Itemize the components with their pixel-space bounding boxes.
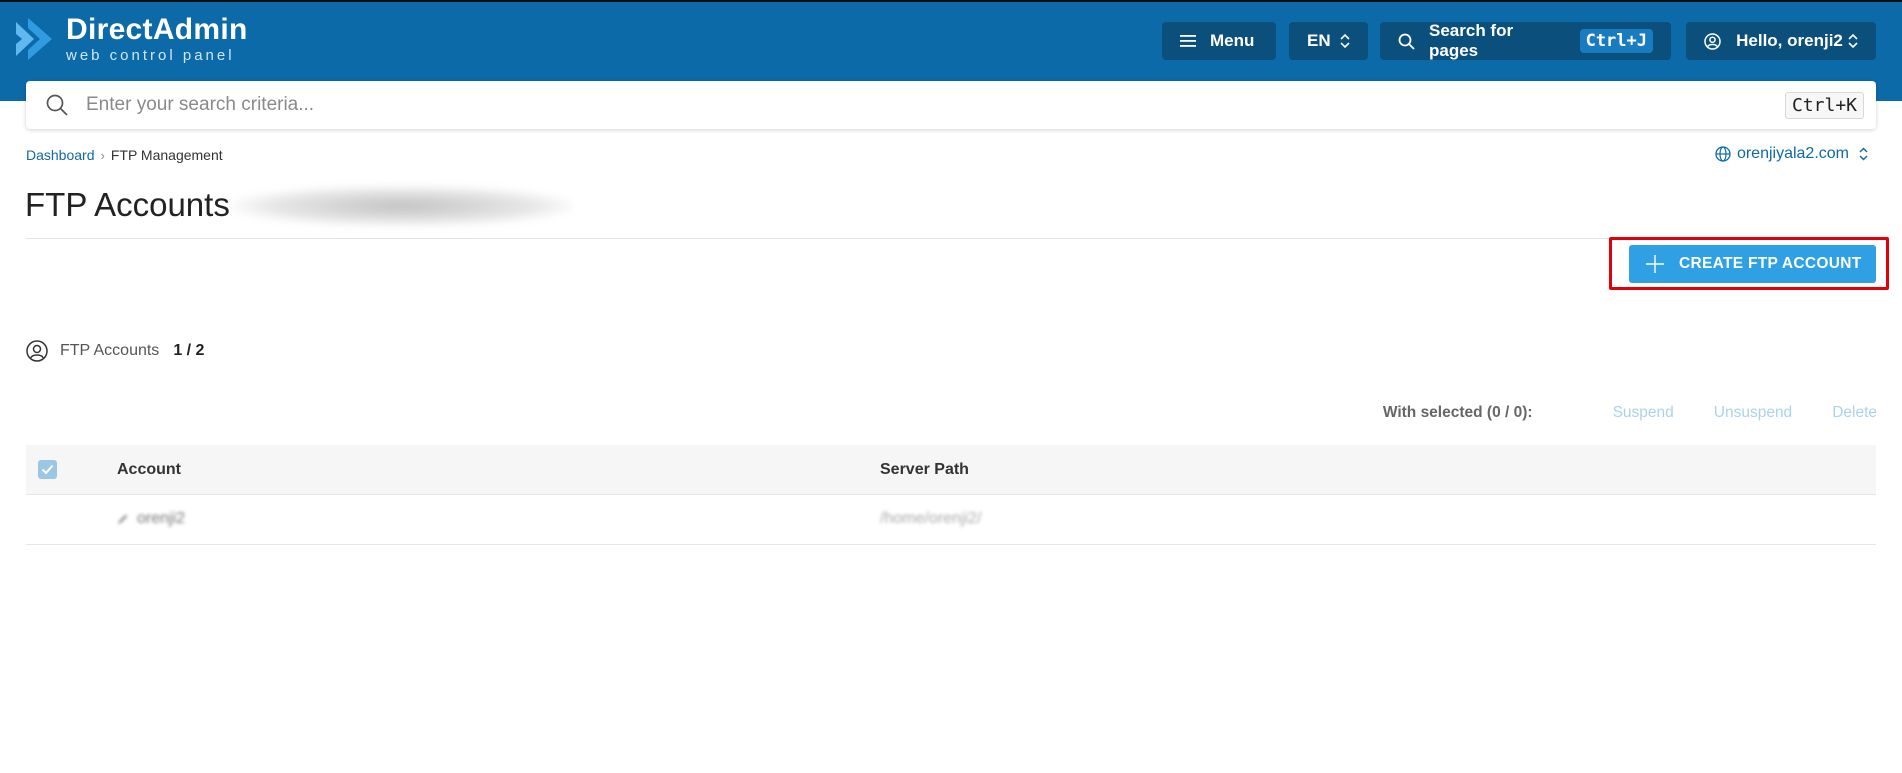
user-greeting: Hello, orenji2: [1736, 31, 1843, 50]
search-icon: [46, 94, 68, 116]
user-menu-button[interactable]: Hello, orenji2: [1686, 22, 1876, 60]
chevron-updown-icon: [1859, 147, 1868, 161]
create-ftp-account-label: CREATE FTP ACCOUNT: [1679, 255, 1862, 272]
with-selected-label: With selected (0 / 0):: [1382, 404, 1533, 421]
user-icon: [1704, 32, 1721, 50]
chevron-right-icon: ›: [100, 147, 105, 163]
search-pages-button[interactable]: Search for pages Ctrl+J: [1380, 21, 1671, 60]
search-pages-label: Search for pages: [1429, 21, 1514, 60]
chevron-updown-icon: [1340, 33, 1350, 49]
menu-label: Menu: [1210, 31, 1255, 50]
menu-button[interactable]: Menu: [1162, 22, 1276, 60]
breadcrumb-dashboard-link[interactable]: Dashboard: [26, 147, 95, 163]
global-search-bar[interactable]: Ctrl+K: [26, 81, 1876, 129]
search-icon: [1398, 33, 1415, 50]
breadcrumb-current: FTP Management: [110, 147, 223, 163]
domain-selector[interactable]: orenjiyala2.com: [1715, 145, 1874, 163]
page-title: FTP Accounts: [25, 186, 230, 223]
account-name: orenji2: [137, 510, 186, 527]
create-ftp-account-button[interactable]: CREATE FTP ACCOUNT: [1629, 245, 1876, 283]
global-search-input[interactable]: [86, 94, 1706, 116]
globe-icon: [1715, 146, 1731, 162]
counter-value: 1 / 2: [173, 342, 205, 359]
column-header-server-path[interactable]: Server Path: [880, 461, 969, 479]
logo-title: DirectAdmin: [66, 13, 248, 46]
user-circle-icon: [26, 340, 48, 362]
select-all-checkbox[interactable]: [38, 460, 57, 479]
suspend-button[interactable]: Suspend: [1613, 404, 1674, 422]
domain-selector-value: orenjiyala2.com: [1736, 145, 1849, 162]
bulk-actions: With selected (0 / 0): Suspend Unsuspend…: [1383, 404, 1877, 422]
search-pages-shortcut: Ctrl+J: [1579, 29, 1653, 53]
divider: [26, 238, 1876, 239]
account-cell[interactable]: orenji2: [117, 510, 185, 528]
table-row[interactable]: orenji2 /home/orenji2/: [26, 495, 1876, 545]
column-header-account[interactable]: Account: [117, 461, 181, 479]
logo-subtitle: web control panel: [66, 47, 235, 64]
language-label: EN: [1307, 31, 1331, 50]
table-header: Account Server Path: [26, 445, 1876, 495]
pencil-icon: [118, 514, 128, 524]
unsuspend-button[interactable]: Unsuspend: [1714, 404, 1792, 422]
ftp-accounts-counter: FTP Accounts 1 / 2: [26, 340, 204, 362]
server-path-cell: /home/orenji2/: [880, 510, 982, 527]
directadmin-logo[interactable]: DirectAdmin web control panel: [12, 14, 248, 64]
ftp-accounts-table: Account Server Path orenji2 /home/orenji…: [26, 445, 1876, 545]
chevron-updown-icon: [1848, 33, 1858, 49]
plus-icon: [1646, 255, 1664, 273]
breadcrumb: Dashboard › FTP Management: [26, 147, 223, 163]
delete-button[interactable]: Delete: [1832, 404, 1877, 422]
check-icon: [41, 464, 54, 475]
hamburger-icon: [1180, 35, 1196, 47]
directadmin-logo-icon: [16, 18, 52, 60]
redacted-domain: [232, 186, 572, 226]
language-selector[interactable]: EN: [1289, 22, 1368, 60]
counter-label: FTP Accounts: [60, 342, 160, 359]
search-shortcut: Ctrl+K: [1784, 92, 1864, 119]
